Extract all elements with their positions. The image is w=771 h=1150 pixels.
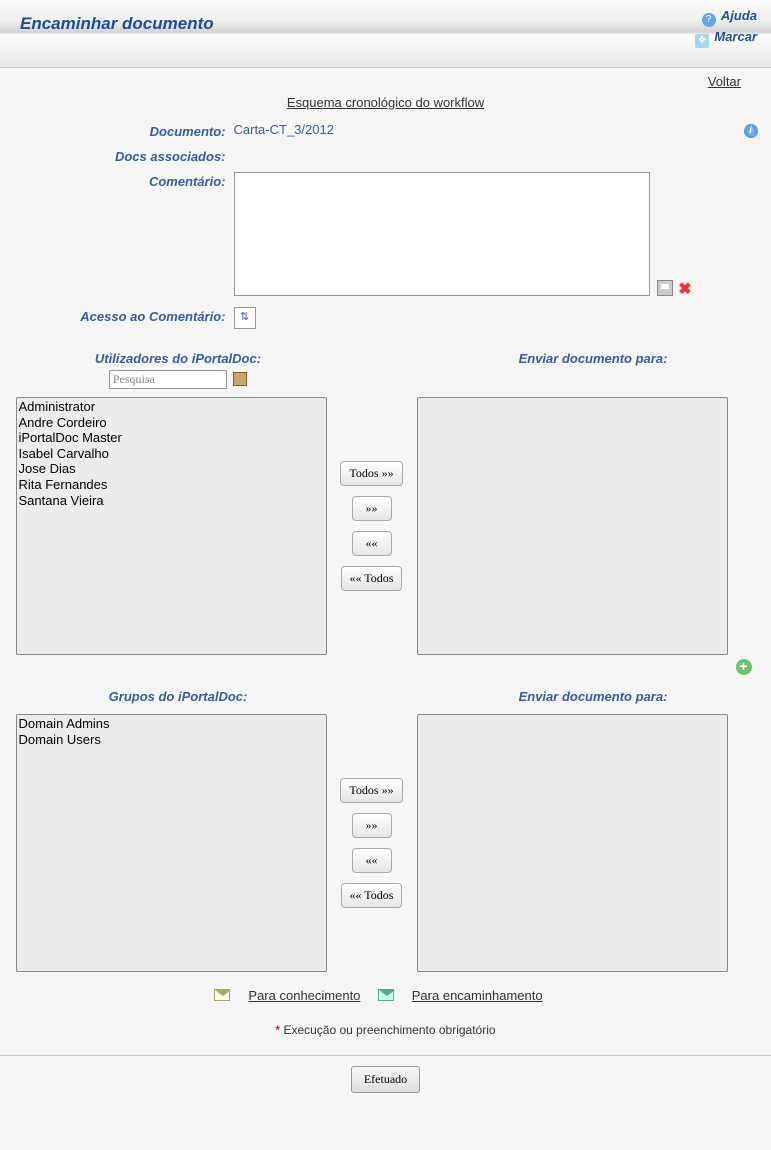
list-item[interactable]: Santana Vieira <box>17 493 326 509</box>
back-link[interactable]: Voltar <box>708 74 741 89</box>
info-icon[interactable]: i <box>744 124 758 138</box>
document-label: Documento: <box>16 122 234 147</box>
page-title: Encaminhar documento <box>20 14 214 34</box>
header-actions: ? Ajuda ❖ Marcar <box>695 6 757 48</box>
form-area: Documento: Carta-CT_3/2012 i Docs associ… <box>16 122 756 337</box>
list-item[interactable]: iPortalDoc Master <box>17 430 326 446</box>
users-available-list[interactable]: AdministratorAndre CordeiroiPortalDoc Ma… <box>16 397 327 655</box>
footer-bar: Efetuado <box>0 1055 771 1103</box>
users-section: Utilizadores do iPortalDoc: Enviar docum… <box>16 351 756 655</box>
groups-one-right-button[interactable]: »» <box>352 813 392 838</box>
list-item[interactable]: Domain Users <box>17 732 326 748</box>
users-selected-list[interactable] <box>417 397 728 655</box>
groups-one-left-button[interactable]: «« <box>352 848 392 873</box>
users-title: Utilizadores do iPortalDoc: <box>16 351 341 366</box>
groups-all-right-button[interactable]: Todos »» <box>340 778 402 803</box>
submit-button[interactable]: Efetuado <box>351 1066 420 1093</box>
help-icon: ? <box>702 13 716 27</box>
access-toggle-button[interactable]: ⇅ <box>234 307 256 329</box>
assoc-docs-value <box>234 147 754 172</box>
mark-link[interactable]: Marcar <box>714 29 757 44</box>
help-link[interactable]: Ajuda <box>721 8 757 23</box>
knowledge-link[interactable]: Para conhecimento <box>248 988 360 1003</box>
comment-label: Comentário: <box>16 172 234 307</box>
groups-selected-list[interactable] <box>417 714 728 972</box>
required-line: * Execução ou preenchimento obrigatório <box>0 1013 771 1055</box>
users-all-left-button[interactable]: «« Todos <box>341 566 403 591</box>
forwarding-link[interactable]: Para encaminhamento <box>412 988 543 1003</box>
user-search-input[interactable] <box>109 370 227 389</box>
mail-icon <box>378 989 394 1001</box>
delete-icon[interactable]: ✖ <box>678 279 691 299</box>
comment-textarea[interactable] <box>234 172 650 296</box>
groups-section: Grupos do iPortalDoc: Enviar documento p… <box>16 689 756 972</box>
access-comment-label: Acesso ao Comentário: <box>16 307 234 337</box>
users-send-to-title: Enviar documento para: <box>431 351 756 366</box>
page-header: Encaminhar documento ? Ajuda ❖ Marcar <box>0 0 771 68</box>
users-one-left-button[interactable]: «« <box>352 531 392 556</box>
required-text: Execução ou preenchimento obrigatório <box>283 1023 495 1037</box>
document-value[interactable]: Carta-CT_3/2012 <box>234 122 334 137</box>
groups-send-to-title: Enviar documento para: <box>431 689 756 704</box>
asterisk-icon: * <box>275 1023 280 1037</box>
bottom-links: Para conhecimento Para encaminhamento <box>0 972 771 1013</box>
list-item[interactable]: Administrator <box>17 399 326 415</box>
list-item[interactable]: Jose Dias <box>17 461 326 477</box>
list-item[interactable]: Rita Fernandes <box>17 477 326 493</box>
workflow-link[interactable]: Esquema cronológico do workflow <box>287 95 484 110</box>
assoc-docs-label: Docs associados: <box>16 147 234 172</box>
users-all-right-button[interactable]: Todos »» <box>340 461 402 486</box>
mail-open-icon <box>214 989 230 1001</box>
list-item[interactable]: Domain Admins <box>17 716 326 732</box>
groups-all-left-button[interactable]: «« Todos <box>341 883 403 908</box>
list-item[interactable]: Isabel Carvalho <box>17 446 326 462</box>
groups-title: Grupos do iPortalDoc: <box>16 689 341 704</box>
tag-icon: ❖ <box>695 34 709 48</box>
add-icon[interactable]: + <box>736 659 752 675</box>
save-icon[interactable] <box>657 280 673 296</box>
list-item[interactable]: Andre Cordeiro <box>17 415 326 431</box>
users-one-right-button[interactable]: »» <box>352 496 392 521</box>
groups-available-list[interactable]: Domain AdminsDomain Users <box>16 714 327 972</box>
calendar-icon[interactable] <box>233 372 247 386</box>
